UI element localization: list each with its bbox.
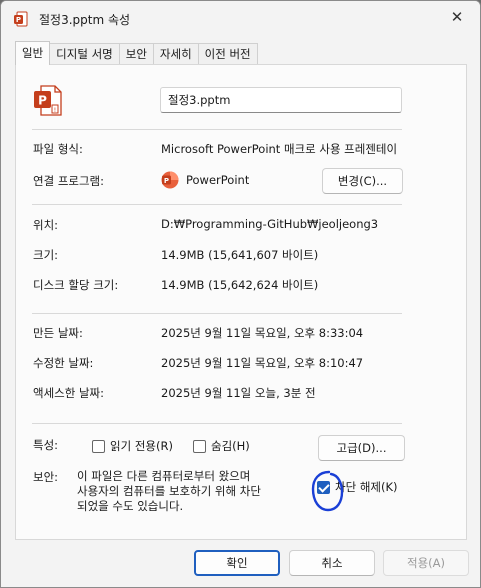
unblock-checkbox-label: 차단 해제(K) — [335, 480, 398, 494]
modified-value: 2025년 9월 11일 목요일, 오후 8:10:47 — [161, 356, 364, 370]
security-message-line: 사용자의 컴퓨터를 보호하기 위해 차단 — [77, 484, 261, 498]
hidden-checkbox-box[interactable] — [193, 439, 206, 453]
hidden-checkbox[interactable]: 숨김(H) — [193, 438, 250, 454]
readonly-checkbox-box[interactable] — [92, 439, 105, 453]
readonly-checkbox[interactable]: 읽기 전용(R) — [92, 438, 173, 454]
unblock-checkbox[interactable]: 차단 해제(K) — [317, 479, 398, 495]
tab-general[interactable]: 일반 — [15, 41, 51, 65]
security-message: 이 파일은 다른 컴퓨터로부터 왔으며 사용자의 컴퓨터를 보호하기 위해 차단… — [77, 469, 302, 514]
svg-text:P: P — [164, 177, 169, 185]
location-value: D:₩Programming-GitHub₩jeoljeong3 — [161, 217, 379, 231]
close-button[interactable]: ✕ — [434, 1, 480, 33]
unblock-checkbox-box[interactable] — [317, 480, 330, 494]
created-value: 2025년 9월 11일 목요일, 오후 8:33:04 — [161, 326, 364, 340]
accessed-label: 액세스한 날짜: — [33, 386, 105, 400]
properties-dialog: P 절정3.pptm 속성 ✕ 일반 디지털 서명 보안 자세히 이전 버전 P… — [0, 0, 481, 588]
divider — [32, 129, 402, 130]
change-button[interactable]: 변경(C)... — [322, 168, 403, 194]
opens-with-value: PowerPoint — [186, 173, 250, 187]
filename-input[interactable] — [160, 87, 402, 113]
divider — [32, 423, 402, 424]
svg-text:P: P — [16, 16, 21, 24]
size-label: 크기: — [33, 248, 59, 262]
svg-text:!: ! — [54, 107, 56, 114]
tab-details[interactable]: 자세히 — [152, 43, 199, 65]
security-message-line: 이 파일은 다른 컴퓨터로부터 왔으며 — [77, 469, 251, 483]
tab-security[interactable]: 보안 — [118, 43, 154, 65]
general-panel: P ! 파일 형식: Microsoft PowerPoint 매크로 사용 프… — [15, 64, 467, 540]
size-on-disk-label: 디스크 할당 크기: — [33, 278, 119, 292]
hidden-checkbox-label: 숨김(H) — [211, 439, 250, 453]
modified-label: 수정한 날짜: — [33, 356, 94, 370]
apply-button[interactable]: 적용(A) — [383, 550, 469, 576]
security-label: 보안: — [33, 470, 59, 484]
powerpoint-app-icon: P — [161, 171, 179, 189]
security-message-line: 되었을 수도 있습니다. — [77, 499, 184, 513]
divider — [32, 204, 402, 205]
ok-button[interactable]: 확인 — [194, 550, 280, 576]
attributes-label: 특성: — [33, 438, 59, 452]
file-type-label: 파일 형식: — [33, 142, 83, 156]
tab-previous-versions[interactable]: 이전 버전 — [197, 43, 258, 65]
opens-with-label: 연결 프로그램: — [33, 174, 105, 188]
close-icon: ✕ — [450, 8, 464, 26]
created-label: 만든 날짜: — [33, 326, 83, 340]
ppt-document-icon: P ! — [33, 85, 63, 120]
ppt-file-icon: P — [14, 11, 28, 27]
location-label: 위치: — [33, 218, 59, 232]
tab-bar: 일반 디지털 서명 보안 자세히 이전 버전 — [15, 41, 258, 65]
accessed-value: 2025년 9월 11일 오늘, 3분 전 — [161, 386, 316, 400]
svg-text:P: P — [38, 94, 47, 108]
window-title: 절정3.pptm 속성 — [39, 13, 131, 27]
size-on-disk-value: 14.9MB (15,642,624 바이트) — [161, 278, 319, 292]
cancel-button[interactable]: 취소 — [289, 550, 375, 576]
tab-digital-signatures[interactable]: 디지털 서명 — [49, 43, 120, 65]
file-type-value: Microsoft PowerPoint 매크로 사용 프레젠테이 — [161, 142, 398, 156]
divider — [32, 313, 402, 314]
advanced-button[interactable]: 고급(D)... — [318, 435, 405, 461]
title-bar: P 절정3.pptm 속성 ✕ — [1, 1, 480, 37]
readonly-checkbox-label: 읽기 전용(R) — [110, 439, 173, 453]
size-value: 14.9MB (15,641,607 바이트) — [161, 248, 319, 262]
